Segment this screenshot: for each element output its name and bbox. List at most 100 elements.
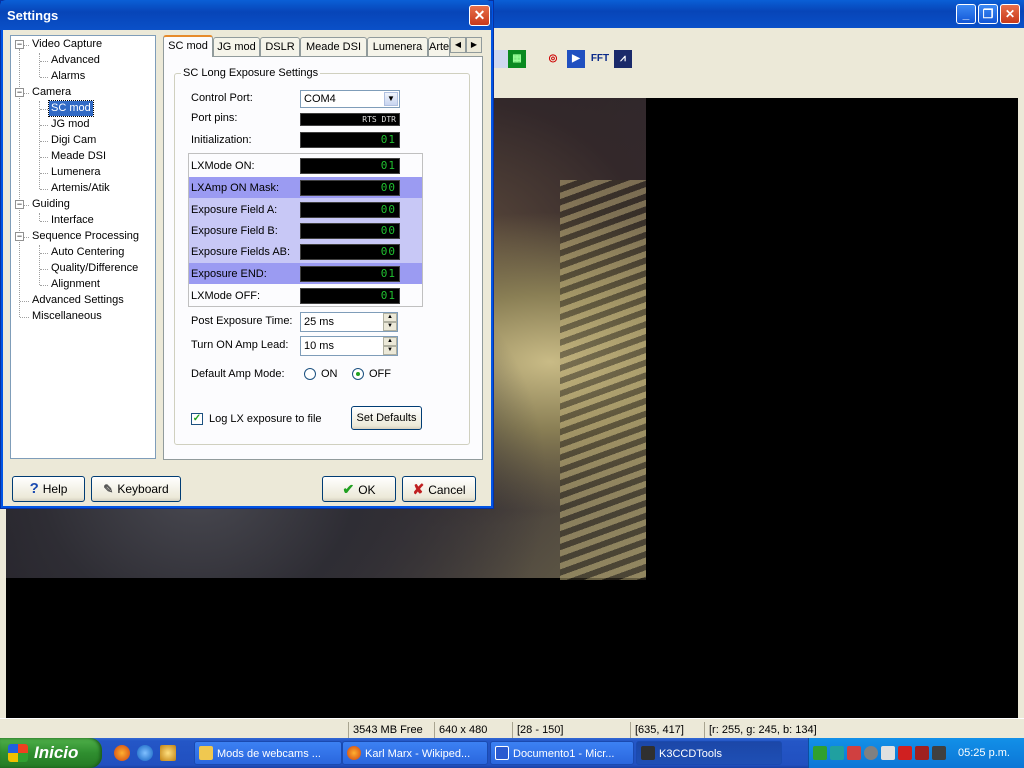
tree-item-sequence-processing[interactable]: Sequence Processing (30, 229, 141, 244)
dialog-close-button[interactable]: ✕ (469, 5, 490, 26)
status-free-space: 3543 MB Free (348, 722, 434, 738)
tray-app-icon[interactable] (864, 746, 878, 760)
tab-scroll-left-button[interactable]: ◀ (450, 37, 466, 53)
status-resolution: 640 x 480 (434, 722, 512, 738)
control-port-select[interactable]: COM4 ▼ (300, 90, 400, 108)
amp-mode-on-radio[interactable] (304, 368, 316, 380)
spin-down-icon[interactable]: ▼ (383, 322, 397, 331)
tray-app-icon[interactable] (881, 746, 895, 760)
set-defaults-button[interactable]: Set Defaults (351, 406, 422, 430)
tab-dslr[interactable]: DSLR (260, 37, 300, 56)
tree-item-digi-cam[interactable]: Digi Cam (49, 133, 98, 148)
exposure-field-b-display[interactable]: 00 (300, 223, 400, 239)
tree-expander-icon[interactable]: − (15, 88, 24, 97)
tab-scroll-right-button[interactable]: ▶ (466, 37, 482, 53)
tree-item-auto-centering[interactable]: Auto Centering (49, 245, 126, 260)
amp-lead-spinner[interactable]: 10 ms ▲ ▼ (300, 336, 398, 356)
lx-mode-on-display[interactable]: 01 (300, 158, 400, 174)
tab-meade-dsi[interactable]: Meade DSI (300, 37, 367, 56)
lxamp-on-mask-display[interactable]: 00 (300, 180, 400, 196)
spin-up-icon[interactable]: ▲ (383, 313, 397, 322)
main-minimize-button[interactable]: _ (956, 4, 976, 24)
word-icon (495, 746, 509, 760)
cancel-button[interactable]: ✘ Cancel (402, 476, 476, 502)
amp-mode-off-label[interactable]: OFF (369, 367, 391, 381)
tree-item-advanced-settings[interactable]: Advanced Settings (30, 293, 126, 308)
status-range: [28 - 150] (512, 722, 630, 738)
chart-icon[interactable]: ⩘ (614, 50, 632, 68)
tree-guide-line (40, 157, 48, 158)
tray-app-icon[interactable] (813, 746, 827, 760)
tray-app-icon[interactable] (830, 746, 844, 760)
spin-down-icon[interactable]: ▼ (383, 346, 397, 355)
tree-guide-line (24, 237, 29, 238)
tree-guide-line (40, 125, 48, 126)
tree-item-interface[interactable]: Interface (49, 213, 96, 228)
tree-item-guiding[interactable]: Guiding (30, 197, 72, 212)
tray-app-icon[interactable] (915, 746, 929, 760)
tree-item-miscellaneous[interactable]: Miscellaneous (30, 309, 104, 324)
tab-artemis[interactable]: Arte (428, 37, 450, 56)
post-exposure-time-value: 25 ms (304, 316, 334, 328)
initialization-label: Initialization: (191, 134, 252, 146)
scope-icon[interactable]: ▶ (567, 50, 585, 68)
post-exposure-time-spinner[interactable]: 25 ms ▲ ▼ (300, 312, 398, 332)
start-button[interactable]: Inicio (0, 738, 102, 768)
taskbar-item-label: K3CCDTools (659, 748, 722, 760)
taskbar-clock[interactable]: 05:25 p.m. (958, 738, 1010, 768)
ccd-chip-icon[interactable]: ▦ (508, 50, 526, 68)
exposure-fields-ab-display[interactable]: 00 (300, 244, 400, 260)
tab-jg-mod[interactable]: JG mod (213, 37, 260, 56)
lx-mode-off-display[interactable]: 01 (300, 288, 400, 304)
tree-item-meade-dsi[interactable]: Meade DSI (49, 149, 108, 164)
exposure-end-display[interactable]: 01 (300, 266, 400, 282)
taskbar-item-k3ccdtools[interactable]: K3CCDTools (636, 741, 782, 765)
tray-app-icon[interactable] (898, 746, 912, 760)
tree-item-lumenera[interactable]: Lumenera (49, 165, 103, 180)
tree-item-camera[interactable]: Camera (30, 85, 73, 100)
spinner-buttons: ▲ ▼ (383, 337, 397, 355)
tree-item-alignment[interactable]: Alignment (49, 277, 102, 292)
taskbar-item-firefox[interactable]: Karl Marx - Wikiped... (342, 741, 488, 765)
tree-item-advanced[interactable]: Advanced (49, 53, 102, 68)
tree-item-quality-difference[interactable]: Quality/Difference (49, 261, 140, 276)
taskbar-item-word[interactable]: Documento1 - Micr... (490, 741, 634, 765)
fft-icon[interactable]: FFT (588, 50, 612, 68)
amp-mode-on-label[interactable]: ON (321, 367, 338, 381)
amp-mode-off-radio[interactable] (352, 368, 364, 380)
tree-expander-icon[interactable]: − (15, 40, 24, 49)
ie-icon[interactable] (137, 745, 153, 761)
tree-item-video-capture[interactable]: Video Capture (30, 37, 104, 52)
tree-item-alarms[interactable]: Alarms (49, 69, 87, 84)
exposure-field-a-display[interactable]: 00 (300, 202, 400, 218)
settings-dialog-titlebar[interactable]: Settings (0, 0, 492, 30)
main-close-button[interactable]: ✕ (1000, 4, 1020, 24)
telescope-icon (641, 746, 655, 760)
tree-guide-line (24, 205, 29, 206)
initialization-display[interactable]: 01 (300, 132, 400, 148)
tree-item-artemis-atik[interactable]: Artemis/Atik (49, 181, 112, 196)
firefox-icon (347, 746, 361, 760)
tree-expander-icon[interactable]: − (15, 232, 24, 241)
tree-expander-icon[interactable]: − (15, 200, 24, 209)
tab-sc-mod[interactable]: SC mod (163, 35, 213, 57)
start-label: Inicio (34, 743, 79, 762)
keyboard-button[interactable]: ✎ Keyboard (91, 476, 181, 502)
tree-item-jg-mod[interactable]: JG mod (49, 117, 92, 132)
log-lx-exposure-label[interactable]: Log LX exposure to file (209, 412, 322, 426)
chevron-down-icon[interactable]: ▼ (384, 92, 398, 106)
ccd-icon[interactable]: ◎ (544, 50, 562, 68)
taskbar-item-folder[interactable]: Mods de webcams ... (194, 741, 342, 765)
ok-button[interactable]: ✔ OK (322, 476, 396, 502)
log-lx-exposure-checkbox[interactable]: ✓ (191, 413, 203, 425)
tree-item-sc-mod[interactable]: SC mod (48, 100, 94, 117)
tab-lumenera[interactable]: Lumenera (367, 37, 428, 56)
help-button[interactable]: ? Help (12, 476, 85, 502)
main-maximize-button[interactable]: ❐ (978, 4, 998, 24)
spin-up-icon[interactable]: ▲ (383, 337, 397, 346)
app-shortcut-icon[interactable] (160, 745, 176, 761)
tray-network-icon[interactable] (847, 746, 861, 760)
tray-volume-icon[interactable] (932, 746, 946, 760)
firefox-icon[interactable] (114, 745, 130, 761)
dialog-title: Settings (7, 8, 59, 23)
